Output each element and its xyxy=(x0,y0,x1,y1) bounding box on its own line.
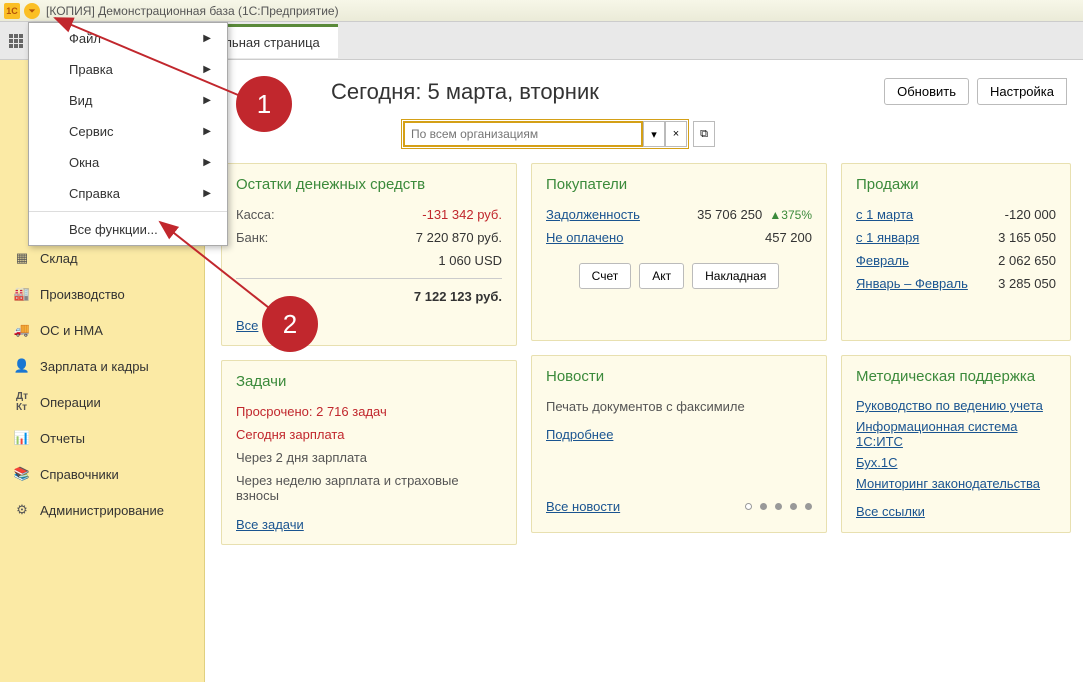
organization-input[interactable] xyxy=(403,121,643,147)
sales-link[interactable]: с 1 марта xyxy=(856,207,913,222)
sidebar-item-operations[interactable]: ДтКт Операции xyxy=(0,384,204,420)
sidebar-item-fixed-assets[interactable]: 🚚 ОС и НМА xyxy=(0,312,204,348)
all-balances-link[interactable]: Все xyxy=(236,318,258,333)
all-news-link[interactable]: Все новости xyxy=(546,499,620,514)
titlebar: 1C [КОПИЯ] Демонстрационная база (1С:Пре… xyxy=(0,0,1083,22)
all-support-link[interactable]: Все ссылки xyxy=(856,504,925,519)
card-buyers: Покупатели Задолженность35 706 250 ▲375%… xyxy=(531,163,827,341)
chevron-right-icon: ▶ xyxy=(203,64,211,75)
sales-link[interactable]: Январь – Февраль xyxy=(856,276,968,291)
factory-icon: 🏭 xyxy=(14,286,30,302)
support-link[interactable]: Бух.1С xyxy=(856,452,1056,473)
refresh-button[interactable]: Обновить xyxy=(884,78,969,105)
logo-1c: 1C xyxy=(4,3,20,19)
chevron-right-icon: ▶ xyxy=(203,188,211,199)
chevron-right-icon: ▶ xyxy=(203,126,211,137)
sidebar-item-label: Администрирование xyxy=(40,503,164,518)
card-tasks: Задачи Просрочено: 2 716 задач Сегодня з… xyxy=(221,360,517,545)
card-support: Методическая поддержка Руководство по ве… xyxy=(841,355,1071,533)
sidebar-item-admin[interactable]: ⚙ Администрирование xyxy=(0,492,204,528)
card-title: Методическая поддержка xyxy=(856,368,1056,385)
card-sales: Продажи с 1 марта-120 000 с 1 января3 16… xyxy=(841,163,1071,341)
support-link[interactable]: Мониторинг законодательства xyxy=(856,473,1056,494)
sidebar-item-label: ОС и НМА xyxy=(40,323,103,338)
sidebar-item-salary[interactable]: 👤 Зарплата и кадры xyxy=(0,348,204,384)
annotation-badge-2: 2 xyxy=(262,296,318,352)
sections-icon[interactable] xyxy=(8,33,24,49)
sales-link[interactable]: с 1 января xyxy=(856,230,919,245)
main-menu-dropdown: Файл▶ Правка▶ Вид▶ Сервис▶ Окна▶ Справка… xyxy=(28,22,228,246)
sidebar-item-label: Справочники xyxy=(40,467,119,482)
ledger-icon: ДтКт xyxy=(14,394,30,410)
card-title: Остатки денежных средств xyxy=(236,176,502,193)
act-button[interactable]: Акт xyxy=(639,263,684,289)
content-area: Сегодня: 5 марта, вторник Обновить Настр… xyxy=(205,60,1083,682)
card-title: Задачи xyxy=(236,373,502,390)
org-open-button[interactable]: ⧉ xyxy=(693,121,715,147)
window-title: [КОПИЯ] Демонстрационная база (1С:Предпр… xyxy=(46,4,339,18)
chevron-right-icon: ▶ xyxy=(203,157,211,168)
sidebar-item-label: Склад xyxy=(40,251,78,266)
sidebar-item-reports[interactable]: 📊 Отчеты xyxy=(0,420,204,456)
gear-icon: ⚙ xyxy=(14,502,30,518)
sidebar-item-production[interactable]: 🏭 Производство xyxy=(0,276,204,312)
card-news: Новости Печать документов с факсимиле По… xyxy=(531,355,827,533)
invoice-button[interactable]: Счет xyxy=(579,263,632,289)
menu-windows[interactable]: Окна▶ xyxy=(29,147,227,178)
news-more-link[interactable]: Подробнее xyxy=(546,424,812,445)
sidebar-item-label: Отчеты xyxy=(40,431,85,446)
chevron-right-icon: ▶ xyxy=(203,33,211,44)
chart-icon: 📊 xyxy=(14,430,30,446)
truck-icon: 🚚 xyxy=(14,322,30,338)
menu-file[interactable]: Файл▶ xyxy=(29,23,227,54)
card-title: Продажи xyxy=(856,176,1056,193)
menu-edit[interactable]: Правка▶ xyxy=(29,54,227,85)
link-unpaid[interactable]: Не оплачено xyxy=(546,230,623,245)
all-tasks-link[interactable]: Все задачи xyxy=(236,517,304,532)
menu-help[interactable]: Справка▶ xyxy=(29,178,227,209)
menu-view[interactable]: Вид▶ xyxy=(29,85,227,116)
card-title: Покупатели xyxy=(546,176,812,193)
support-link[interactable]: Информационная система 1С:ИТС xyxy=(856,416,1056,452)
menu-all-functions[interactable]: Все функции... xyxy=(29,214,227,245)
support-link[interactable]: Руководство по ведению учета xyxy=(856,395,1056,416)
org-dropdown-button[interactable]: ▾ xyxy=(643,121,665,147)
person-icon: 👤 xyxy=(14,358,30,374)
sidebar-item-label: Производство xyxy=(40,287,125,302)
page-title: Сегодня: 5 марта, вторник xyxy=(331,79,599,105)
link-debt[interactable]: Задолженность xyxy=(546,207,640,222)
chevron-right-icon: ▶ xyxy=(203,95,211,106)
sidebar-item-label: Операции xyxy=(40,395,101,410)
news-pager[interactable] xyxy=(745,503,812,510)
annotation-badge-1: 1 xyxy=(236,76,292,132)
settings-button[interactable]: Настройка xyxy=(977,78,1067,105)
sidebar-item-directories[interactable]: 📚 Справочники xyxy=(0,456,204,492)
waybill-button[interactable]: Накладная xyxy=(692,263,779,289)
menu-service[interactable]: Сервис▶ xyxy=(29,116,227,147)
warehouse-icon: ▦ xyxy=(14,250,30,266)
sidebar-item-label: Зарплата и кадры xyxy=(40,359,149,374)
books-icon: 📚 xyxy=(14,466,30,482)
main-menu-dropdown-button[interactable] xyxy=(24,3,40,19)
organization-selector[interactable]: ▾ × xyxy=(401,119,689,149)
card-title: Новости xyxy=(546,368,812,385)
sales-link[interactable]: Февраль xyxy=(856,253,909,268)
org-clear-button[interactable]: × xyxy=(665,121,687,147)
